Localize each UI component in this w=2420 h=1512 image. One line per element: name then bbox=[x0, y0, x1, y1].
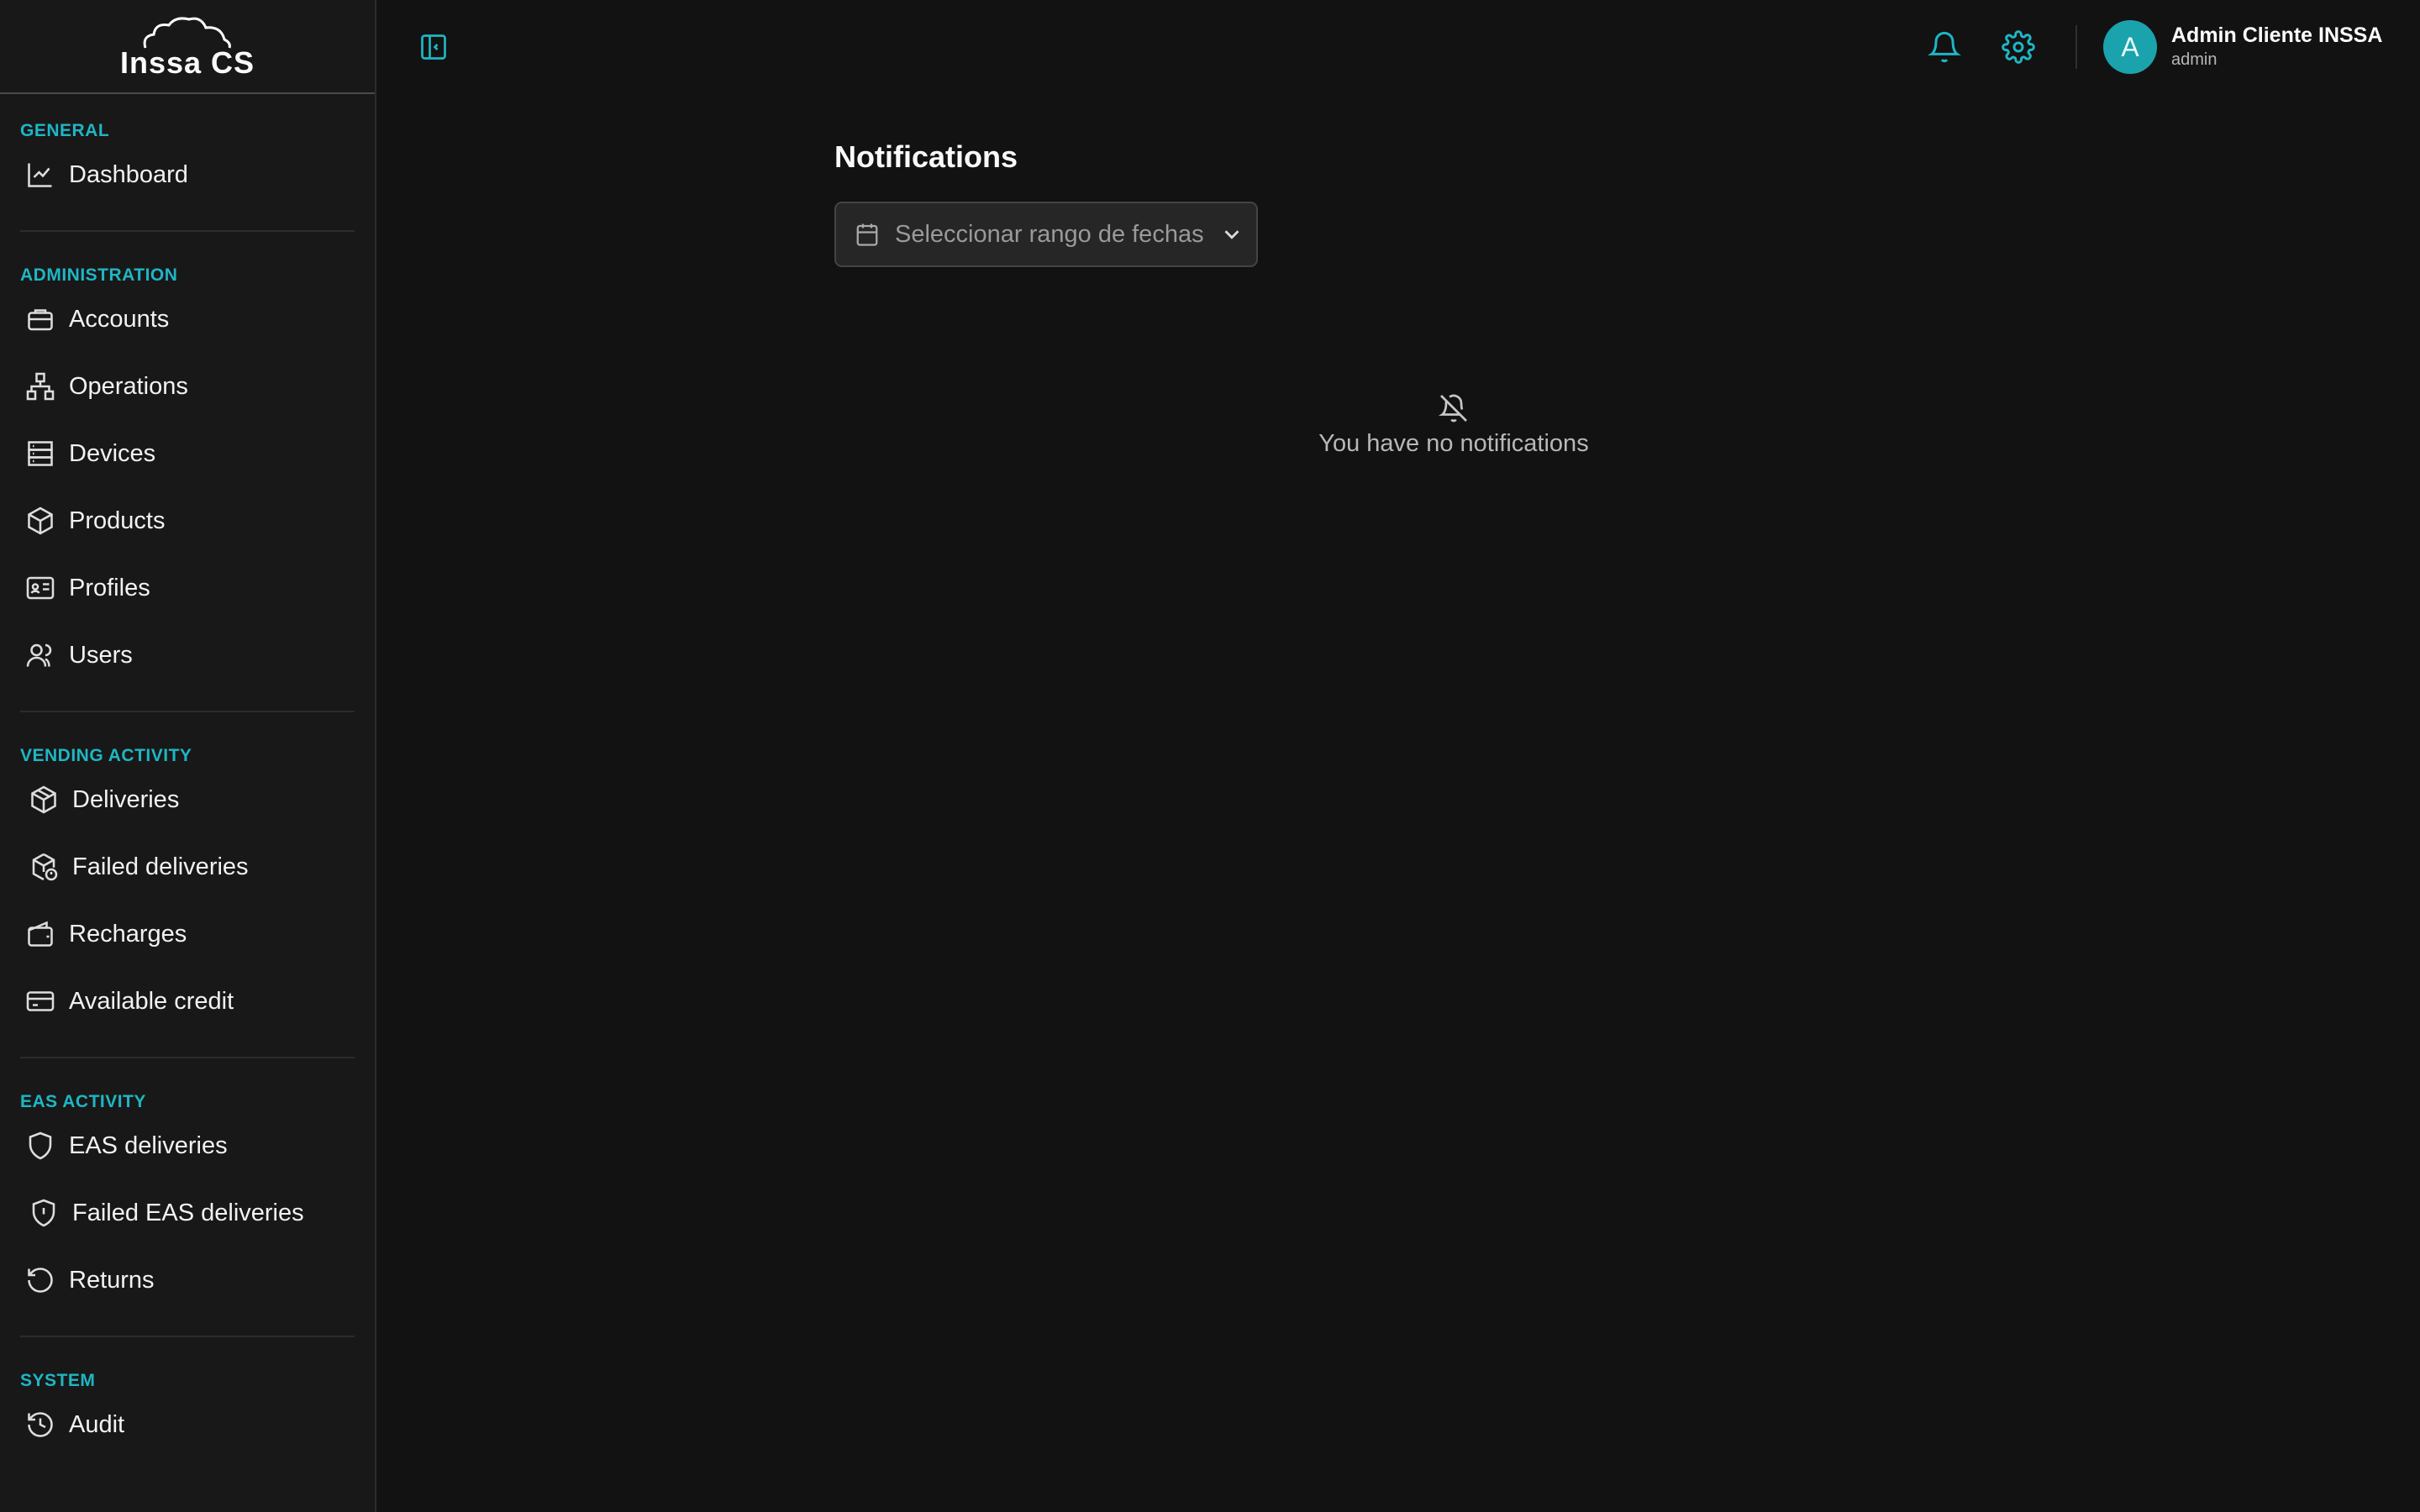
shield-alert-icon bbox=[32, 1199, 55, 1227]
history-icon bbox=[28, 1412, 53, 1437]
sidebar-divider bbox=[20, 711, 355, 712]
empty-state: You have no notifications bbox=[1260, 393, 1647, 458]
sidebar-item-failed-deliveries[interactable]: Failed deliveries bbox=[20, 833, 355, 900]
top-bar: A Admin Cliente INSSA admin bbox=[376, 0, 2420, 92]
sidebar-item-label: Operations bbox=[69, 372, 188, 400]
package-alert-icon bbox=[32, 853, 58, 881]
header-divider bbox=[2075, 25, 2077, 69]
avatar[interactable]: A bbox=[2103, 20, 2157, 74]
user-role: admin bbox=[2171, 50, 2217, 69]
sidebar-divider bbox=[20, 1336, 355, 1337]
users-icon bbox=[26, 643, 52, 667]
sidebar-item-label: Audit bbox=[69, 1410, 125, 1438]
section-vending-activity: VENDING ACTIVITY bbox=[20, 746, 192, 765]
brand-name: Inssa CS bbox=[119, 45, 255, 80]
bell-icon[interactable] bbox=[1928, 30, 1961, 64]
sidebar-item-label: EAS deliveries bbox=[69, 1131, 228, 1159]
credit-card-icon bbox=[26, 991, 55, 1011]
sidebar-item-label: Accounts bbox=[69, 305, 170, 333]
sidebar-item-profiles[interactable]: Profiles bbox=[20, 554, 355, 622]
sidebar-item-products[interactable]: Products bbox=[20, 487, 355, 554]
sidebar-item-dashboard[interactable]: Dashboard bbox=[20, 141, 355, 208]
sidebar-divider bbox=[20, 1057, 355, 1058]
user-name[interactable]: Admin Cliente INSSA bbox=[2171, 24, 2382, 48]
sidebar-item-devices[interactable]: Devices bbox=[20, 420, 355, 487]
sidebar-item-label: Deliveries bbox=[72, 785, 180, 813]
section-system: SYSTEM bbox=[20, 1371, 96, 1390]
sidebar-item-audit[interactable]: Audit bbox=[20, 1391, 355, 1458]
calendar-icon bbox=[856, 223, 878, 246]
sidebar-item-label: Devices bbox=[69, 439, 156, 467]
sidebar-item-recharges[interactable]: Recharges bbox=[20, 900, 355, 968]
section-eas-activity: EAS ACTIVITY bbox=[20, 1092, 146, 1111]
sidebar-item-label: Available credit bbox=[69, 987, 234, 1015]
sidebar-item-label: Failed deliveries bbox=[72, 853, 249, 880]
section-general: GENERAL bbox=[20, 121, 110, 140]
sidebar-item-deliveries[interactable]: Deliveries bbox=[20, 766, 355, 833]
sidebar-item-label: Dashboard bbox=[69, 160, 188, 188]
chevron-down-icon bbox=[1224, 230, 1239, 239]
chart-line-icon bbox=[28, 163, 52, 187]
server-icon bbox=[28, 441, 53, 466]
page-title: Notifications bbox=[834, 139, 1018, 174]
sidebar-item-users[interactable]: Users bbox=[20, 622, 355, 689]
sidebar-item-label: Failed EAS deliveries bbox=[72, 1199, 304, 1226]
sidebar-toggle-icon[interactable] bbox=[418, 32, 449, 62]
sidebar-item-accounts[interactable]: Accounts bbox=[20, 286, 355, 353]
date-range-select[interactable]: Seleccionar rango de fechas bbox=[834, 202, 1258, 267]
box-icon bbox=[28, 507, 53, 535]
briefcase-icon bbox=[28, 309, 53, 331]
gear-icon[interactable] bbox=[2002, 30, 2035, 64]
network-icon bbox=[26, 372, 55, 401]
sidebar-divider bbox=[20, 230, 355, 232]
sidebar-item-failed-eas-deliveries[interactable]: Failed EAS deliveries bbox=[20, 1179, 355, 1247]
sidebar-item-label: Users bbox=[69, 641, 133, 669]
shield-icon bbox=[29, 1131, 52, 1160]
undo-icon bbox=[28, 1268, 53, 1293]
id-card-icon bbox=[26, 576, 55, 600]
sidebar-item-label: Returns bbox=[69, 1266, 155, 1294]
sidebar-item-eas-deliveries[interactable]: EAS deliveries bbox=[20, 1112, 355, 1179]
sidebar: Inssa CS GENERAL Dashboard ADMINISTRATIO… bbox=[0, 0, 376, 1512]
brand-logo[interactable]: Inssa CS bbox=[0, 0, 375, 94]
sidebar-item-available-credit[interactable]: Available credit bbox=[20, 968, 355, 1035]
section-administration: ADMINISTRATION bbox=[20, 265, 178, 285]
sidebar-item-label: Profiles bbox=[69, 574, 150, 601]
main-content: A Admin Cliente INSSA admin Notification… bbox=[376, 0, 2420, 1512]
sidebar-item-returns[interactable]: Returns bbox=[20, 1247, 355, 1314]
bell-off-icon bbox=[1439, 394, 1467, 423]
date-range-placeholder: Seleccionar rango de fechas bbox=[895, 220, 1204, 248]
wallet-icon bbox=[28, 921, 53, 947]
sidebar-item-operations[interactable]: Operations bbox=[20, 353, 355, 420]
empty-message: You have no notifications bbox=[1318, 430, 1589, 457]
sidebar-item-label: Recharges bbox=[69, 920, 187, 948]
package-icon bbox=[31, 785, 56, 814]
sidebar-item-label: Products bbox=[69, 507, 166, 534]
